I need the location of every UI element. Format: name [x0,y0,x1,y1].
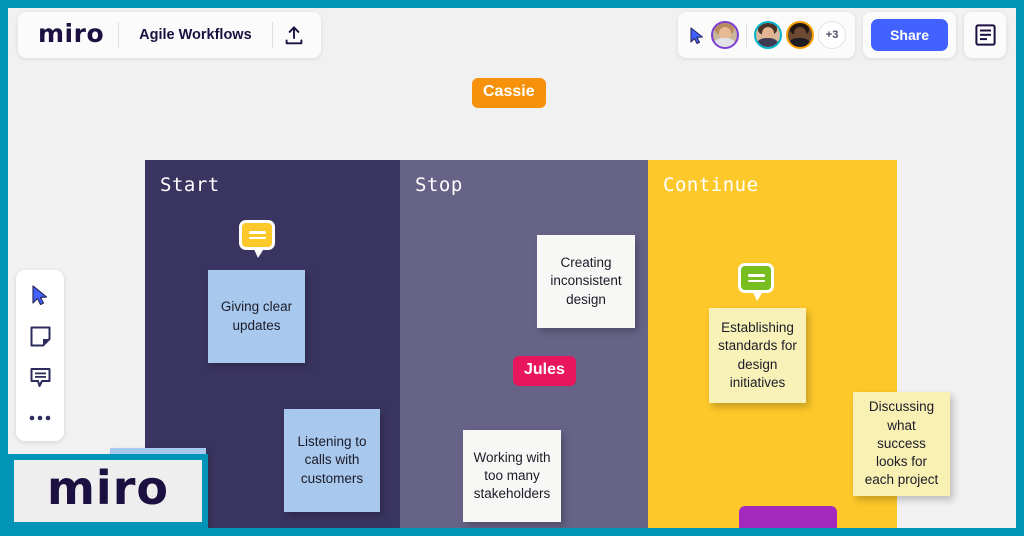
avatar-3[interactable] [786,21,815,49]
sticky-note-tool[interactable] [24,321,56,351]
avatar-2[interactable] [754,21,783,49]
comment-tool[interactable] [24,362,56,392]
comment-line [248,236,266,240]
cursor-label-jules: Jules [513,356,576,386]
cursor-icon [31,285,47,305]
column-title-start: Start [160,174,220,196]
miro-logo[interactable]: miro [24,19,118,51]
cursor-label-cassie: Cassie [472,78,546,108]
comment-line [747,279,765,283]
sticky-note-listening-to-calls[interactable]: Listening to calls with customers [284,409,380,512]
sticky-note-creating-inconsistent-design[interactable]: Creating inconsistent design [537,235,635,328]
sticky-note-discussing-what-success[interactable]: Discussing what success looks for each p… [853,392,950,496]
screenshot-root: Start Stop Continue Giving clear updates… [0,0,1024,536]
divider [746,23,748,47]
sticky-note-establishing-standards[interactable]: Establishing standards for design initia… [709,308,806,403]
share-container: Share [863,12,956,58]
select-tool[interactable] [24,280,56,310]
ellipsis-icon [29,415,51,421]
sticky-note-giving-clear-updates[interactable]: Giving clear updates [208,270,305,363]
sticky-note-icon [30,326,50,346]
comment-icon [30,367,50,387]
avatar-face [713,23,737,47]
avatar-overflow-count[interactable]: +3 [818,21,847,49]
sticky-note-working-with-too-many-stakeholders[interactable]: Working with too many stakeholders [463,430,561,522]
column-title-stop: Stop [415,174,463,196]
board-title[interactable]: Agile Workflows [119,27,272,43]
notes-panel-icon [974,24,996,46]
avatar-1[interactable] [711,21,740,49]
miro-watermark-overlay: miro [8,454,208,528]
header-left-bar: miro Agile Workflows [18,12,321,58]
header-right-bar: +3 Share [678,12,1006,58]
share-button[interactable]: Share [871,19,948,51]
comment-line [747,273,765,277]
left-toolbar[interactable] [16,270,64,441]
retro-board: Start Stop Continue Giving clear updates… [110,160,950,528]
miro-watermark-text: miro [47,461,169,515]
cursor-label-purple [739,506,837,528]
collab-cursor-icon [687,24,707,46]
comment-bubble-start[interactable] [239,220,275,258]
board-canvas[interactable]: Start Stop Continue Giving clear updates… [8,8,1016,528]
upload-icon [285,25,303,44]
comment-bubble-continue[interactable] [738,263,774,301]
more-tools[interactable] [24,403,56,433]
column-title-continue: Continue [663,174,759,196]
notes-panel-button[interactable] [964,12,1006,58]
avatar-face [788,23,812,47]
upload-button[interactable] [273,17,315,53]
comment-line [248,230,266,234]
avatar-face [756,23,780,47]
collaborators-group[interactable]: +3 [678,12,856,58]
